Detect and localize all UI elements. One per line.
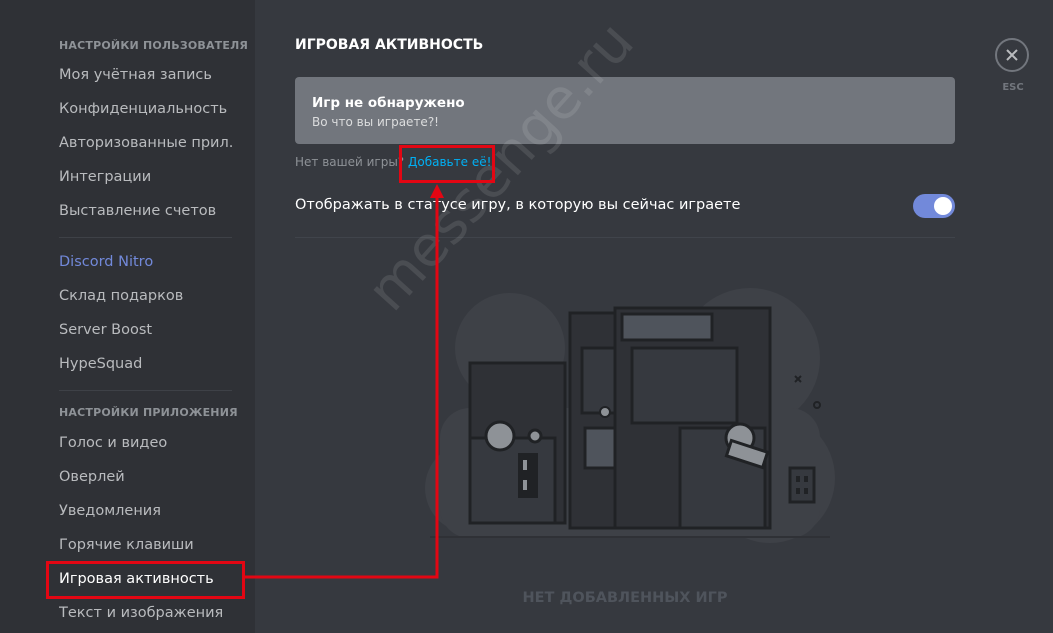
annotation-arrow (245, 184, 444, 579)
